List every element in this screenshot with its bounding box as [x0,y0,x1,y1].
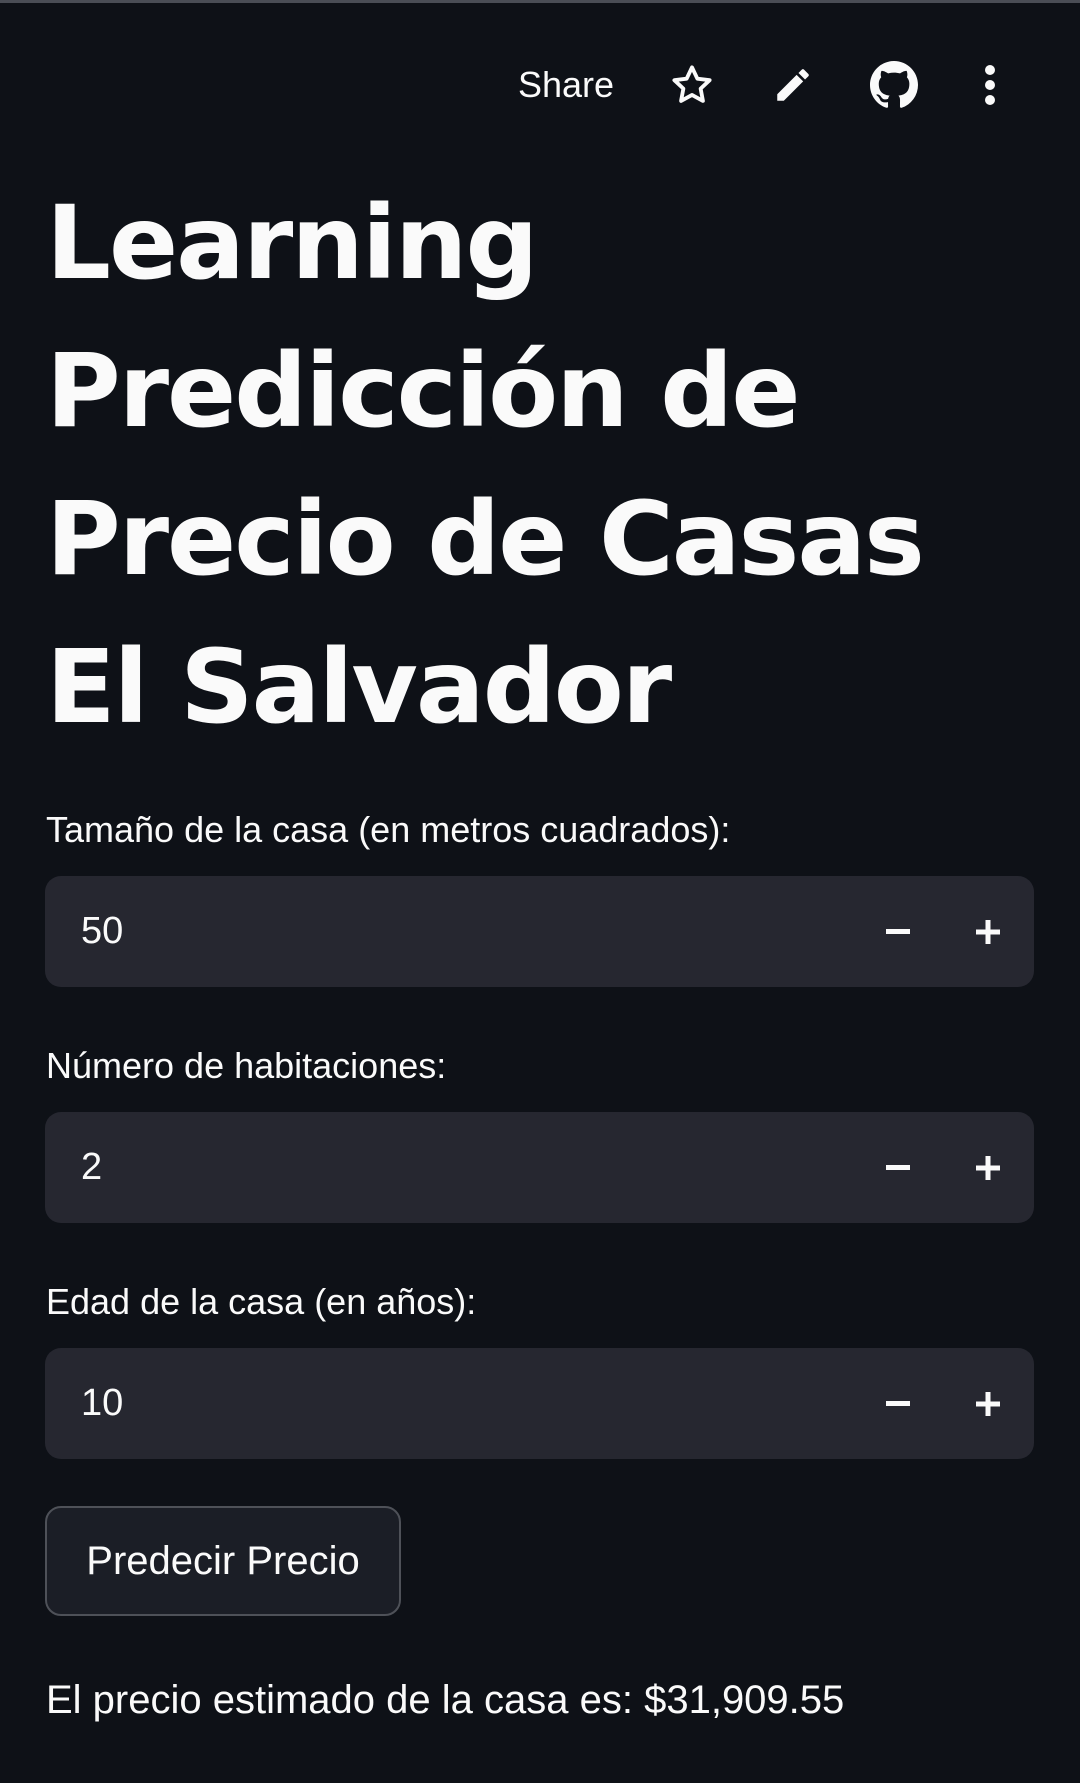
size-increment-button[interactable] [943,876,1033,987]
github-icon[interactable] [869,60,919,110]
plus-icon [976,1155,1000,1180]
age-input[interactable] [81,1348,841,1459]
predict-price-button[interactable]: Predecir Precio [45,1506,401,1616]
share-button[interactable]: Share [518,60,614,110]
size-label: Tamaño de la casa (en metros cuadrados): [46,809,731,850]
minus-icon [886,1400,910,1406]
rooms-label: Número de habitaciones: [46,1045,447,1086]
pencil-icon[interactable] [768,60,818,110]
rooms-number-input [45,1112,1034,1223]
star-icon[interactable] [667,60,717,110]
result-text: El precio estimado de la casa es: $31,90… [46,1678,845,1722]
more-vertical-icon[interactable] [965,60,1015,110]
age-increment-button[interactable] [943,1348,1033,1459]
rooms-input[interactable] [81,1112,841,1223]
age-decrement-button[interactable] [853,1348,943,1459]
plus-icon [976,919,1000,944]
minus-icon [886,928,910,934]
minus-icon [886,1164,910,1170]
size-decrement-button[interactable] [853,876,943,987]
size-input[interactable] [81,876,841,987]
age-number-input [45,1348,1034,1459]
size-number-input [45,876,1034,987]
age-label: Edad de la casa (en años): [46,1281,477,1322]
page-title: Learning Predicción de Precio de Casas E… [46,184,925,747]
rooms-increment-button[interactable] [943,1112,1033,1223]
top-border [0,0,1080,3]
rooms-decrement-button[interactable] [853,1112,943,1223]
plus-icon [976,1391,1000,1416]
